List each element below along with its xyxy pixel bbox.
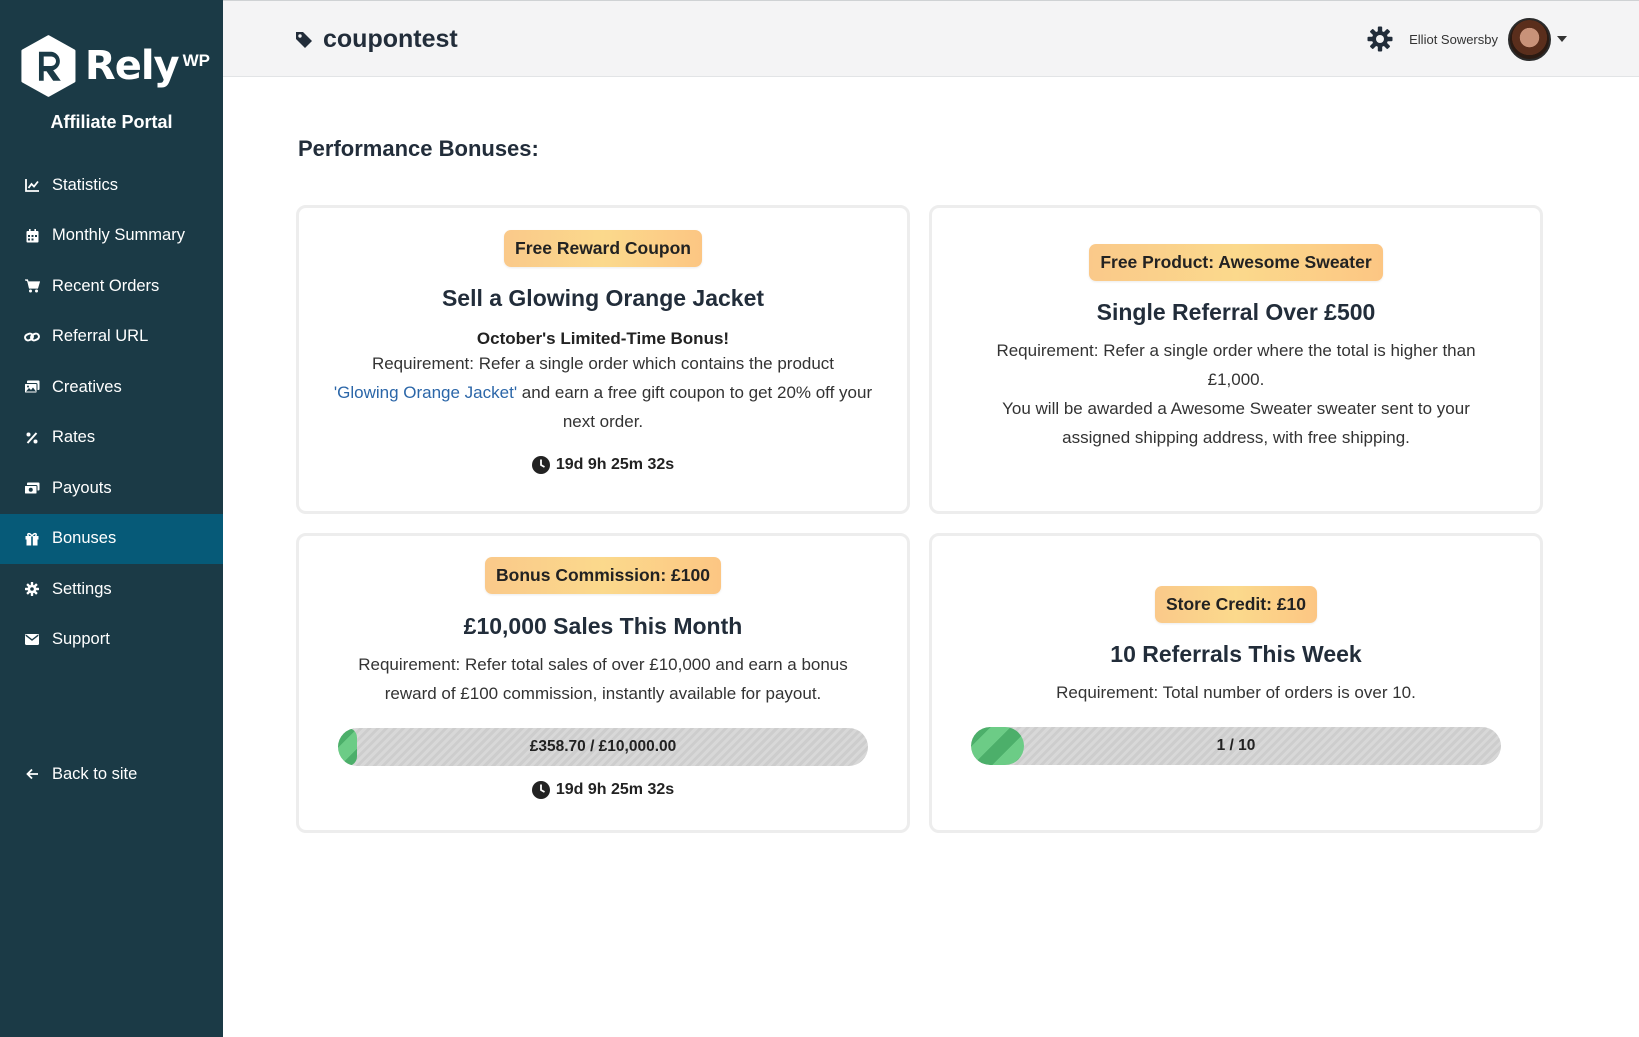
relywp-logo-icon — [21, 35, 76, 97]
bonus-card: Free Product: Awesome Sweater Single Ref… — [929, 205, 1543, 514]
sidebar-item-label: Referral URL — [52, 327, 149, 346]
sidebar-item-label: Monthly Summary — [52, 226, 185, 245]
back-to-site-label: Back to site — [52, 764, 138, 783]
images-icon — [24, 379, 40, 395]
page-title: coupontest — [295, 25, 458, 54]
gear-icon — [24, 581, 40, 597]
logo-suffix: WP — [182, 51, 210, 70]
arrow-left-icon — [24, 766, 40, 782]
sidebar-item-rates[interactable]: Rates — [0, 413, 223, 464]
chevron-down-icon[interactable] — [1557, 36, 1567, 42]
section-title: Performance Bonuses: — [298, 136, 539, 161]
cart-icon — [24, 278, 40, 294]
calendar-icon — [24, 228, 40, 244]
bonus-card: Store Credit: £10 10 Referrals This Week… — [929, 533, 1543, 833]
bonus-card: Bonus Commission: £100 £10,000 Sales Thi… — [296, 533, 910, 833]
sidebar-item-support[interactable]: Support — [0, 615, 223, 666]
sidebar-item-statistics[interactable]: Statistics — [0, 160, 223, 211]
bonus-badge: Free Reward Coupon — [504, 230, 702, 267]
countdown-value: 19d 9h 25m 32s — [555, 781, 675, 798]
sidebar-item-label: Rates — [52, 428, 96, 447]
sidebar-item-label: Payouts — [52, 478, 112, 497]
bonus-requirement: Requirement: Refer a single order which … — [333, 349, 873, 436]
sidebar-item-label: Bonuses — [52, 529, 117, 548]
progress-label: 1 / 10 — [1216, 737, 1256, 754]
sidebar-item-label: Support — [52, 630, 110, 649]
bonus-badge: Free Product: Awesome Sweater — [1089, 244, 1383, 281]
bonus-title: £10,000 Sales This Month — [463, 613, 743, 639]
gift-icon — [24, 531, 40, 547]
sidebar: Rely WP Affiliate Portal Statistics Mont… — [0, 0, 223, 1037]
sidebar-item-label: Recent Orders — [52, 276, 160, 295]
bonus-reward-description: You will be awarded a Awesome Sweater sw… — [1002, 399, 1470, 447]
envelope-icon — [24, 632, 40, 648]
sidebar-item-monthly-summary[interactable]: Monthly Summary — [0, 211, 223, 262]
countdown-timer: 19d 9h 25m 32s — [299, 781, 907, 799]
bonus-subtitle: October's Limited-Time Bonus! — [476, 329, 730, 348]
sidebar-item-label: Statistics — [52, 175, 119, 194]
bonus-badge: Bonus Commission: £100 — [485, 557, 721, 594]
chart-line-icon — [24, 177, 40, 193]
percent-icon — [24, 430, 40, 446]
bonus-badge: Store Credit: £10 — [1154, 586, 1318, 623]
money-icon — [24, 480, 40, 496]
link-icon — [24, 329, 40, 345]
avatar[interactable] — [1508, 17, 1551, 61]
countdown-value: 19d 9h 25m 32s — [555, 456, 675, 473]
user-name[interactable]: Elliot Sowersby — [1409, 32, 1498, 47]
bonus-requirement: Requirement: Refer a single order where … — [996, 341, 1476, 389]
requirement-text-end: and earn a free gift coupon to get 20% o… — [517, 383, 873, 431]
sidebar-item-recent-orders[interactable]: Recent Orders — [0, 261, 223, 312]
progress-label: £358.70 / £10,000.00 — [529, 738, 677, 755]
bonus-title: 10 Referrals This Week — [1110, 641, 1362, 667]
clock-icon — [531, 781, 550, 799]
sidebar-item-creatives[interactable]: Creatives — [0, 362, 223, 413]
header-user-area: Elliot Sowersby — [1367, 17, 1567, 61]
gear-icon[interactable] — [1367, 26, 1393, 52]
bonus-card: Free Reward Coupon Sell a Glowing Orange… — [296, 205, 910, 514]
countdown-timer: 19d 9h 25m 32s — [299, 456, 907, 474]
sidebar-item-payouts[interactable]: Payouts — [0, 463, 223, 514]
bonus-requirement: Requirement: Refer total sales of over £… — [358, 655, 848, 703]
sidebar-item-label: Settings — [52, 579, 112, 598]
sidebar-item-settings[interactable]: Settings — [0, 564, 223, 615]
sidebar-item-label: Creatives — [52, 377, 122, 396]
clock-icon — [531, 456, 550, 474]
product-link[interactable]: 'Glowing Orange Jacket' — [334, 383, 517, 402]
back-to-site-link[interactable]: Back to site — [0, 749, 223, 800]
top-header: coupontest Elliot Sowersby — [223, 0, 1639, 77]
bonus-title: Single Referral Over £500 — [1096, 299, 1376, 325]
tag-icon — [296, 31, 312, 48]
sidebar-nav: Statistics Monthly Summary Recent Orders… — [0, 160, 223, 665]
sidebar-item-bonuses[interactable]: Bonuses — [0, 513, 223, 564]
sidebar-item-referral-url[interactable]: Referral URL — [0, 312, 223, 363]
brand-logo[interactable]: Rely WP — [20, 32, 210, 100]
progress-bar: 1 / 10 — [971, 727, 1501, 765]
logo-text: Rely — [84, 43, 180, 89]
requirement-text-start: Requirement: Refer a single order which … — [371, 354, 835, 373]
store-name: coupontest — [323, 25, 458, 53]
bonus-title: Sell a Glowing Orange Jacket — [441, 285, 765, 311]
progress-bar: £358.70 / £10,000.00 — [338, 728, 868, 766]
bonus-requirement: Requirement: Total number of orders is o… — [1056, 683, 1416, 702]
portal-title: Affiliate Portal — [50, 112, 173, 132]
